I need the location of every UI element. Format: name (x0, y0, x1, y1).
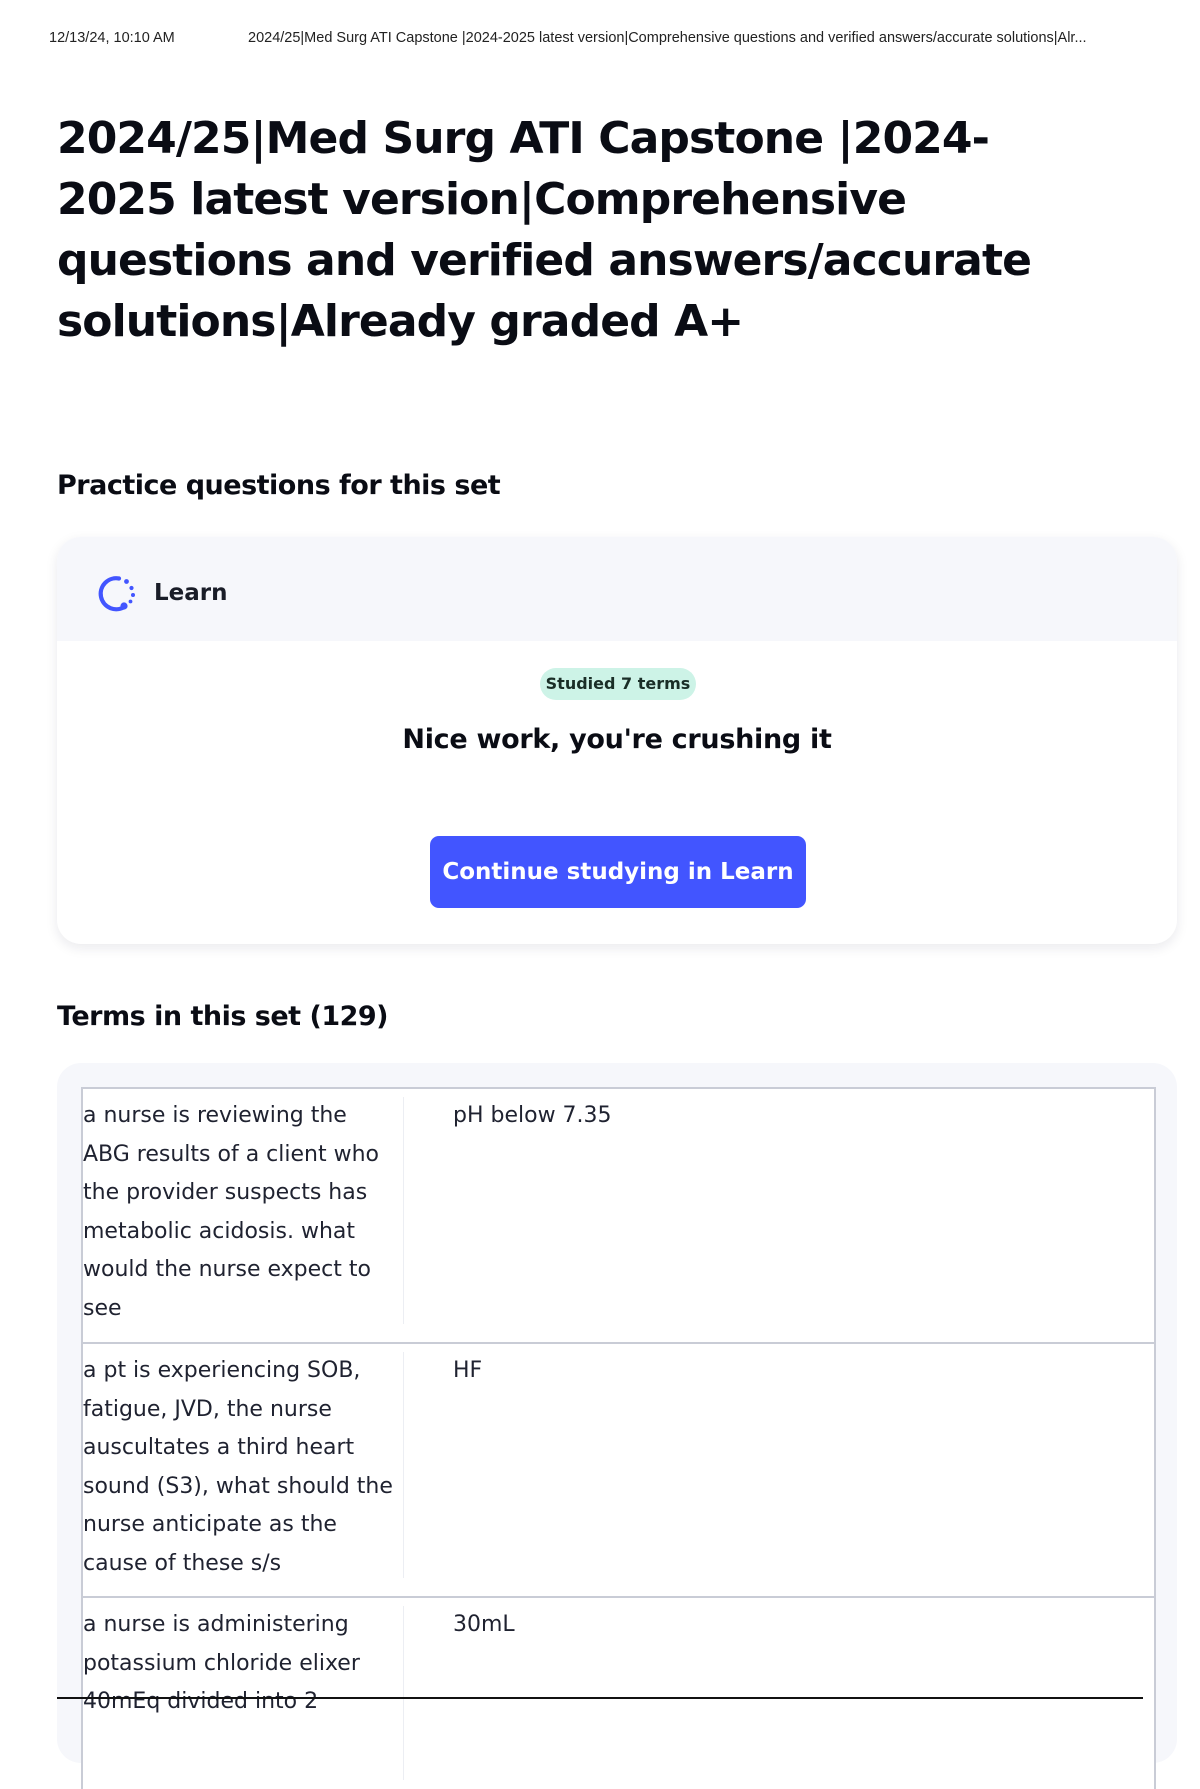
column-divider (403, 1097, 404, 1324)
term-text: a nurse is administering potassium chlor… (83, 1612, 360, 1714)
print-datetime: 12/13/24, 10:10 AM (49, 30, 175, 46)
learn-card-header[interactable]: Learn (57, 537, 1177, 641)
table-row[interactable]: a nurse is reviewing the ABG results of … (83, 1089, 1154, 1344)
definition-text: pH below 7.35 (453, 1103, 612, 1128)
definition-text: HF (453, 1358, 483, 1383)
learn-card: Learn Studied 7 terms Nice work, you're … (57, 537, 1177, 944)
term-text: a nurse is reviewing the ABG results of … (83, 1103, 379, 1321)
definition-text: 30mL (453, 1612, 515, 1637)
page-bottom-rule (57, 1697, 1143, 1699)
continue-studying-button[interactable]: Continue studying in Learn (430, 836, 806, 908)
column-divider (403, 1352, 404, 1578)
table-row[interactable]: a nurse is administering potassium chlor… (83, 1598, 1154, 1789)
terms-heading: Terms in this set (129) (57, 1001, 389, 1032)
learn-icon (98, 576, 135, 612)
studied-badge: Studied 7 terms (540, 668, 696, 700)
term-text: a pt is experiencing SOB, fatigue, JVD, … (83, 1358, 393, 1576)
print-document-title: 2024/25|Med Surg ATI Capstone |2024-2025… (248, 30, 1087, 46)
learn-label: Learn (154, 580, 228, 606)
terms-table: a nurse is reviewing the ABG results of … (81, 1087, 1156, 1789)
print-header: 12/13/24, 10:10 AM 2024/25|Med Surg ATI … (49, 30, 1188, 52)
page-title: 2024/25|Med Surg ATI Capstone |2024-2025… (57, 113, 1032, 347)
column-divider (403, 1606, 404, 1780)
progress-message: Nice work, you're crushing it (402, 724, 832, 755)
practice-heading: Practice questions for this set (57, 470, 501, 501)
table-row[interactable]: a pt is experiencing SOB, fatigue, JVD, … (83, 1344, 1154, 1598)
